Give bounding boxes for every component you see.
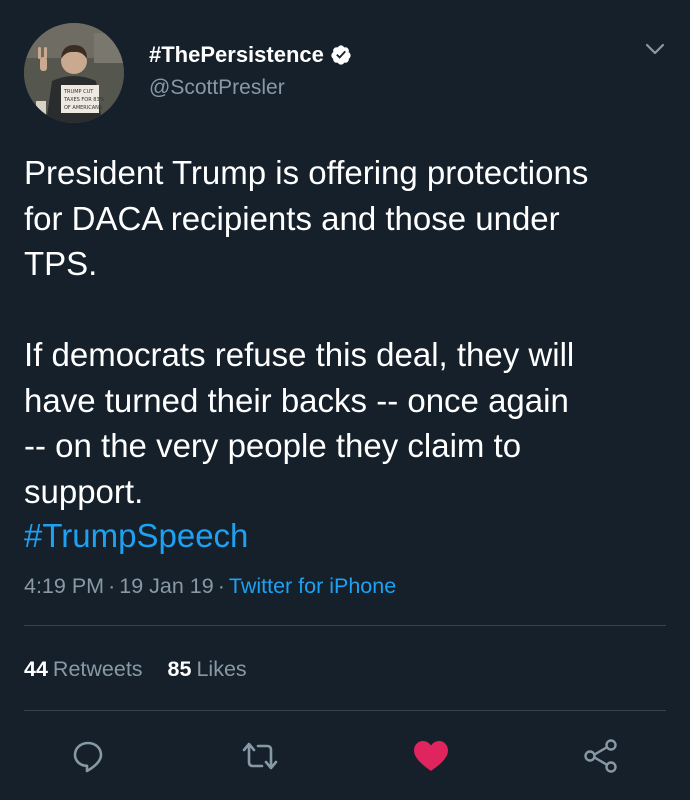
tweet-date: 19 Jan 19 bbox=[119, 574, 214, 598]
likes-stat[interactable]: 85 Likes bbox=[168, 655, 247, 683]
share-button[interactable] bbox=[581, 736, 621, 776]
chevron-down-icon[interactable] bbox=[642, 36, 668, 62]
avatar-sign-line-1: TRUMP CUT bbox=[63, 89, 94, 95]
reply-icon bbox=[73, 741, 103, 773]
user-handle[interactable]: @ScottPresler bbox=[149, 75, 285, 101]
retweet-button[interactable] bbox=[240, 736, 280, 776]
avatar-sign-line-2: TAXES FOR 83% bbox=[63, 97, 105, 103]
tweet-text: President Trump is offering protections … bbox=[24, 154, 589, 510]
avatar-sign-line-3: OF AMERICANS bbox=[64, 105, 102, 111]
divider bbox=[24, 625, 666, 626]
retweets-count: 44 bbox=[24, 657, 48, 681]
tweet-meta: 4:19 PM · 19 Jan 19 · Twitter for iPhone bbox=[24, 572, 396, 600]
tweet-source-link[interactable]: Twitter for iPhone bbox=[229, 574, 396, 598]
meta-separator: · bbox=[108, 574, 116, 598]
tweet-time: 4:19 PM bbox=[24, 574, 105, 598]
heart-icon bbox=[414, 741, 448, 771]
like-button[interactable] bbox=[411, 736, 451, 776]
display-name[interactable]: #ThePersistence bbox=[149, 41, 324, 69]
meta-separator: · bbox=[217, 574, 225, 598]
avatar[interactable]: TRUMP CUT TAXES FOR 83% OF AMERICANS bbox=[24, 23, 124, 123]
verified-badge-icon bbox=[330, 44, 352, 66]
display-name-row[interactable]: #ThePersistence bbox=[149, 41, 352, 69]
tweet-stats: 44 Retweets 85 Likes bbox=[24, 655, 247, 683]
divider bbox=[24, 710, 666, 711]
retweets-stat[interactable]: 44 Retweets bbox=[24, 655, 143, 683]
reply-button[interactable] bbox=[68, 736, 108, 776]
retweet-icon bbox=[242, 742, 278, 770]
share-icon bbox=[584, 739, 617, 773]
retweets-label: Retweets bbox=[52, 657, 143, 681]
likes-label: Likes bbox=[196, 657, 247, 681]
likes-count: 85 bbox=[167, 657, 192, 681]
hashtag-link[interactable]: #TrumpSpeech bbox=[24, 513, 248, 558]
